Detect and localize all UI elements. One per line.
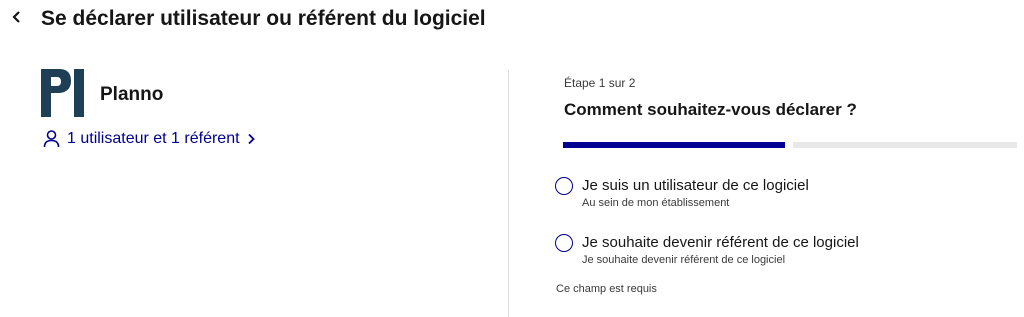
radio-hint: Au sein de mon établissement (582, 197, 730, 209)
step-label: Étape 1 sur 2 (564, 76, 636, 90)
page-title: Se déclarer utilisateur ou référent du l… (41, 7, 486, 30)
radio-hint: Je souhaite devenir référent de ce logic… (582, 254, 786, 266)
step-title: Comment souhaitez-vous déclarer ? (564, 100, 857, 119)
software-logo (41, 69, 87, 117)
software-name: Planno (100, 84, 164, 105)
users-link-label: 1 utilisateur et 1 référent (67, 130, 240, 147)
user-icon (43, 130, 60, 148)
back-button[interactable] (6, 8, 28, 30)
stepper-progress (563, 142, 1017, 148)
vertical-divider (508, 70, 509, 317)
radio-label[interactable]: Je souhaite devenir référent de ce logic… (582, 234, 859, 251)
stepper-step-1 (563, 142, 785, 148)
radio-circle[interactable] (555, 177, 573, 195)
radio-label[interactable]: Je suis un utilisateur de ce logiciel (582, 177, 809, 194)
chevron-left-icon (11, 10, 23, 29)
stepper-step-2 (793, 142, 1017, 148)
radio-circle[interactable] (555, 234, 573, 252)
chevron-right-icon (247, 133, 255, 145)
users-referents-link[interactable]: 1 utilisateur et 1 référent (43, 130, 255, 148)
required-field-message: Ce champ est requis (556, 283, 657, 295)
